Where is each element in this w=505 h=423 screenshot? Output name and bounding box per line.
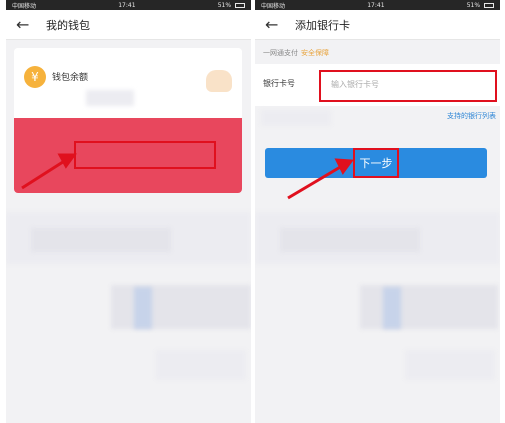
clock: 17:41 — [367, 1, 385, 9]
blurred-region — [280, 228, 420, 252]
battery-status: 51% — [467, 2, 494, 9]
battery-icon — [234, 2, 245, 8]
wallet-balance-label: 钱包余额 — [52, 73, 89, 83]
add-bank-card-screen: 中国移动 17:41 51% ← 添加银行卡 一网通支付安全保障 银行卡号 支持… — [255, 0, 500, 423]
battery-percent: 51% — [466, 1, 481, 9]
highlight-box-next-step — [353, 148, 399, 178]
blurred-region — [86, 90, 134, 106]
wallet-screen: 中国移动 17:41 51% ← 我的钱包 ¥ 钱包余额 + 添加一网通银行卡 — [6, 0, 251, 423]
status-bar: 中国移动 17:41 51% — [6, 0, 251, 10]
highlight-box-card-input — [319, 70, 497, 102]
carrier-label: 中国移动 — [261, 2, 286, 10]
blurred-region — [261, 110, 331, 126]
supported-banks-link[interactable]: 支持的银行列表 — [447, 111, 496, 121]
back-arrow-icon[interactable]: ← — [265, 16, 289, 33]
status-bar: 中国移动 17:41 51% — [255, 0, 500, 10]
carrier-label: 中国移动 — [12, 2, 37, 10]
back-arrow-icon[interactable]: ← — [16, 16, 40, 33]
payment-security-note: 一网通支付 安全保障 — [263, 48, 329, 58]
clock: 17:41 — [118, 1, 136, 9]
battery-status: 51% — [218, 2, 245, 9]
blurred-region — [360, 285, 498, 329]
money-bag-icon — [206, 70, 232, 92]
title-bar: ← 我的钱包 — [6, 10, 251, 40]
blurred-region — [156, 350, 246, 380]
pay-note-text: 一网通支付 — [263, 49, 298, 57]
blurred-region — [111, 285, 251, 329]
blurred-region — [31, 228, 171, 252]
safe-guarantee-tag: 安全保障 — [301, 49, 329, 57]
battery-percent: 51% — [217, 1, 232, 9]
highlight-box-add-card — [74, 141, 216, 169]
card-number-label: 银行卡号 — [263, 79, 295, 88]
coin-icon: ¥ — [24, 66, 46, 88]
blurred-region — [383, 287, 401, 329]
blurred-region — [134, 287, 152, 329]
page-title: 我的钱包 — [46, 18, 90, 32]
title-bar: ← 添加银行卡 — [255, 10, 500, 40]
blurred-region — [405, 350, 495, 380]
battery-icon — [483, 2, 494, 8]
page-title: 添加银行卡 — [295, 18, 350, 32]
